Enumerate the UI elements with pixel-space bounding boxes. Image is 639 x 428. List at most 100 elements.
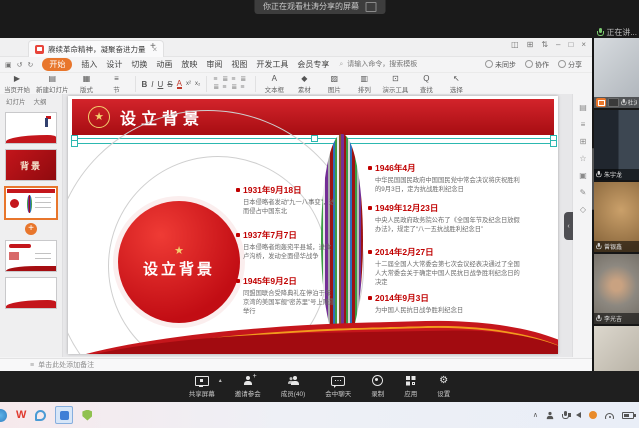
undo-icon[interactable]: ↺ xyxy=(17,61,23,69)
new-tab-button[interactable]: + xyxy=(150,41,156,52)
superscript-button[interactable]: x² xyxy=(186,81,191,87)
participant-tile[interactable]: 朱宇龙 xyxy=(594,110,639,180)
selection-handle[interactable] xyxy=(311,135,318,142)
timeline-event[interactable]: 1949年12月23日 中央人民政府政务院公布了《全国年节及纪念日放假办法》，规… xyxy=(368,202,526,234)
slide-thumbnail-4[interactable] xyxy=(5,240,57,272)
tab-outline[interactable]: 大纲 xyxy=(34,96,47,106)
bold-button[interactable]: B xyxy=(142,80,148,89)
section-button[interactable]: ≡ 节 xyxy=(105,75,129,94)
invite-button[interactable]: + 邀请参会 xyxy=(235,375,261,398)
play-from-page-button[interactable]: ▶ 当页开始 xyxy=(4,75,30,94)
security-app-taskbar-icon[interactable] xyxy=(82,410,92,421)
wps-taskbar-icon[interactable]: W xyxy=(16,409,26,421)
command-search[interactable]: ⌕ xyxy=(339,60,435,69)
side-tool-icon[interactable]: ≡ xyxy=(581,120,586,129)
underline-button[interactable]: U xyxy=(158,80,164,89)
selection-handle[interactable] xyxy=(71,140,78,147)
share-screen-button[interactable]: ▴ 共享屏幕 xyxy=(189,375,215,398)
menu-design[interactable]: 设计 xyxy=(106,59,122,70)
side-tool-icon[interactable]: ☆ xyxy=(579,154,586,163)
layout-button[interactable]: ▦ 版式 xyxy=(75,75,99,94)
select-button[interactable]: ↖ 选择 xyxy=(444,75,468,94)
presentation-tools-button[interactable]: ⊡ 演示工具 xyxy=(382,75,408,94)
sync-status[interactable]: 未同步 xyxy=(485,60,516,70)
menu-home[interactable]: 开始 xyxy=(42,58,72,71)
slide-thumbnail-1[interactable] xyxy=(5,112,57,144)
slide-editing-canvas[interactable]: ★ 设立背景 ★ 设立背景 xyxy=(63,94,572,357)
close-button[interactable]: × xyxy=(581,40,586,49)
banner-detach-icon[interactable] xyxy=(365,2,376,12)
menu-devtools[interactable]: 开发工具 xyxy=(256,59,288,70)
tray-speaker-icon[interactable] xyxy=(576,412,581,418)
menu-member[interactable]: 会员专享 xyxy=(297,59,329,70)
redo-icon[interactable]: ↻ xyxy=(28,61,34,69)
chat-button[interactable]: 会中聊天 xyxy=(325,375,351,398)
search-input[interactable] xyxy=(345,60,435,69)
slide-thumbnail-3-selected[interactable] xyxy=(4,186,58,220)
resize-icon[interactable]: ⇅ xyxy=(541,40,548,49)
layout-switch-icon[interactable]: ◫ xyxy=(511,40,519,49)
participant-tile[interactable]: 杜涛 xyxy=(594,38,639,108)
members-button[interactable]: 成员(40) xyxy=(281,375,306,398)
record-button[interactable]: 录制 xyxy=(371,375,384,398)
textbox-button[interactable]: A 文本框 xyxy=(262,75,286,94)
side-tool-icon[interactable]: ◇ xyxy=(580,205,586,214)
taskbar-app-icon[interactable] xyxy=(0,409,7,422)
document-tab[interactable]: 赓续革命精神，凝聚奋进力量 × xyxy=(28,40,164,57)
menu-animation[interactable]: 动画 xyxy=(156,59,172,70)
menu-view[interactable]: 视图 xyxy=(231,59,247,70)
menu-transition[interactable]: 切换 xyxy=(131,59,147,70)
find-button[interactable]: Q 查找 xyxy=(414,75,438,94)
picture-button[interactable]: ▨ 图片 xyxy=(322,75,346,94)
grid-view-icon[interactable]: ⊞ xyxy=(527,40,534,49)
chevron-up-icon[interactable]: ▴ xyxy=(219,377,222,384)
tab-slides[interactable]: 幻灯片 xyxy=(6,96,26,106)
maximize-button[interactable]: □ xyxy=(568,40,573,49)
notes-bar[interactable]: ≡ 单击此处添加备注 xyxy=(0,358,592,371)
menu-slideshow[interactable]: 放映 xyxy=(181,59,197,70)
side-tool-icon[interactable]: ✎ xyxy=(580,188,587,197)
share-button[interactable]: 分享 xyxy=(558,60,582,70)
arrange-button[interactable]: ▥ 排列 xyxy=(352,75,376,94)
timeline-event[interactable]: 1937年7月7日 日本侵略者炮轰宛平县城，进攻卢沟桥，发动全面侵华战争 xyxy=(236,229,336,261)
slide-thumbnail-5[interactable] xyxy=(5,277,57,309)
slide-thumbnail-2[interactable]: 背景 xyxy=(5,149,57,181)
strikethrough-button[interactable]: S xyxy=(167,80,172,89)
side-tool-icon[interactable]: ▤ xyxy=(579,103,587,112)
tray-app-icon[interactable] xyxy=(589,411,597,419)
apps-button[interactable]: 应用 xyxy=(404,375,417,398)
chat-app-taskbar-icon[interactable] xyxy=(35,410,46,421)
tray-person-icon[interactable] xyxy=(547,411,553,418)
center-circle[interactable]: ★ 设立背景 xyxy=(118,201,240,323)
paragraph-align-buttons[interactable]: ≡≣≡≣≣≡≣≡ xyxy=(213,76,249,92)
side-tool-icon[interactable]: ▣ xyxy=(579,171,587,180)
new-slide-button[interactable]: ▤ 新建幻灯片 xyxy=(36,75,69,94)
tray-battery-icon[interactable] xyxy=(622,412,634,419)
selection-handle[interactable] xyxy=(550,140,557,147)
settings-button[interactable]: ⚙ 设置 xyxy=(437,375,450,398)
tray-expand-icon[interactable]: ∧ xyxy=(533,411,538,419)
timeline-event[interactable]: 1931年9月18日 日本侵略者发动“九一八事变”，进而侵占中国东北 xyxy=(236,184,336,216)
material-button[interactable]: ◆ 素材 xyxy=(292,75,316,94)
italic-button[interactable]: I xyxy=(151,80,153,89)
collapse-handle[interactable]: ‹ xyxy=(564,212,573,240)
add-slide-button[interactable]: + xyxy=(25,223,37,235)
tray-wifi-icon[interactable] xyxy=(605,412,614,419)
minimize-button[interactable]: – xyxy=(556,40,560,49)
save-icon[interactable]: ▣ xyxy=(5,61,12,69)
collaborate-button[interactable]: 协作 xyxy=(525,60,549,70)
subscript-button[interactable]: x₂ xyxy=(195,81,200,87)
timeline-event[interactable]: 1945年9月2日 同盟国联合受降典礼在停泊于东京湾的美国军舰“密苏里”号上隆重… xyxy=(236,275,336,316)
participant-tile[interactable]: 曾银鑫 xyxy=(594,182,639,252)
timeline-event[interactable]: 2014年9月3日 为中国人民抗日战争胜利纪念日 xyxy=(368,292,526,315)
current-slide[interactable]: ★ 设立背景 ★ 设立背景 xyxy=(68,96,558,354)
meeting-app-taskbar-icon-active[interactable] xyxy=(55,406,73,424)
side-tool-icon[interactable]: ⊞ xyxy=(580,137,587,146)
participant-tile[interactable]: 李光吉 xyxy=(594,254,639,324)
menu-review[interactable]: 审阅 xyxy=(206,59,222,70)
participants-panel: 杜涛 朱宇龙 曾银鑫 李光吉 xyxy=(592,38,639,402)
timeline-event[interactable]: 1946年4月 中华民国国民政府中国国民党中常会决议将庆祝胜利的9月3日，定为抗… xyxy=(368,162,526,194)
font-color-button[interactable]: A xyxy=(177,80,182,89)
menu-insert[interactable]: 插入 xyxy=(81,59,97,70)
timeline-event[interactable]: 2014年2月27日 十二届全国人大常委会第七次会议经表决通过了全国人大常委会关… xyxy=(368,246,526,287)
